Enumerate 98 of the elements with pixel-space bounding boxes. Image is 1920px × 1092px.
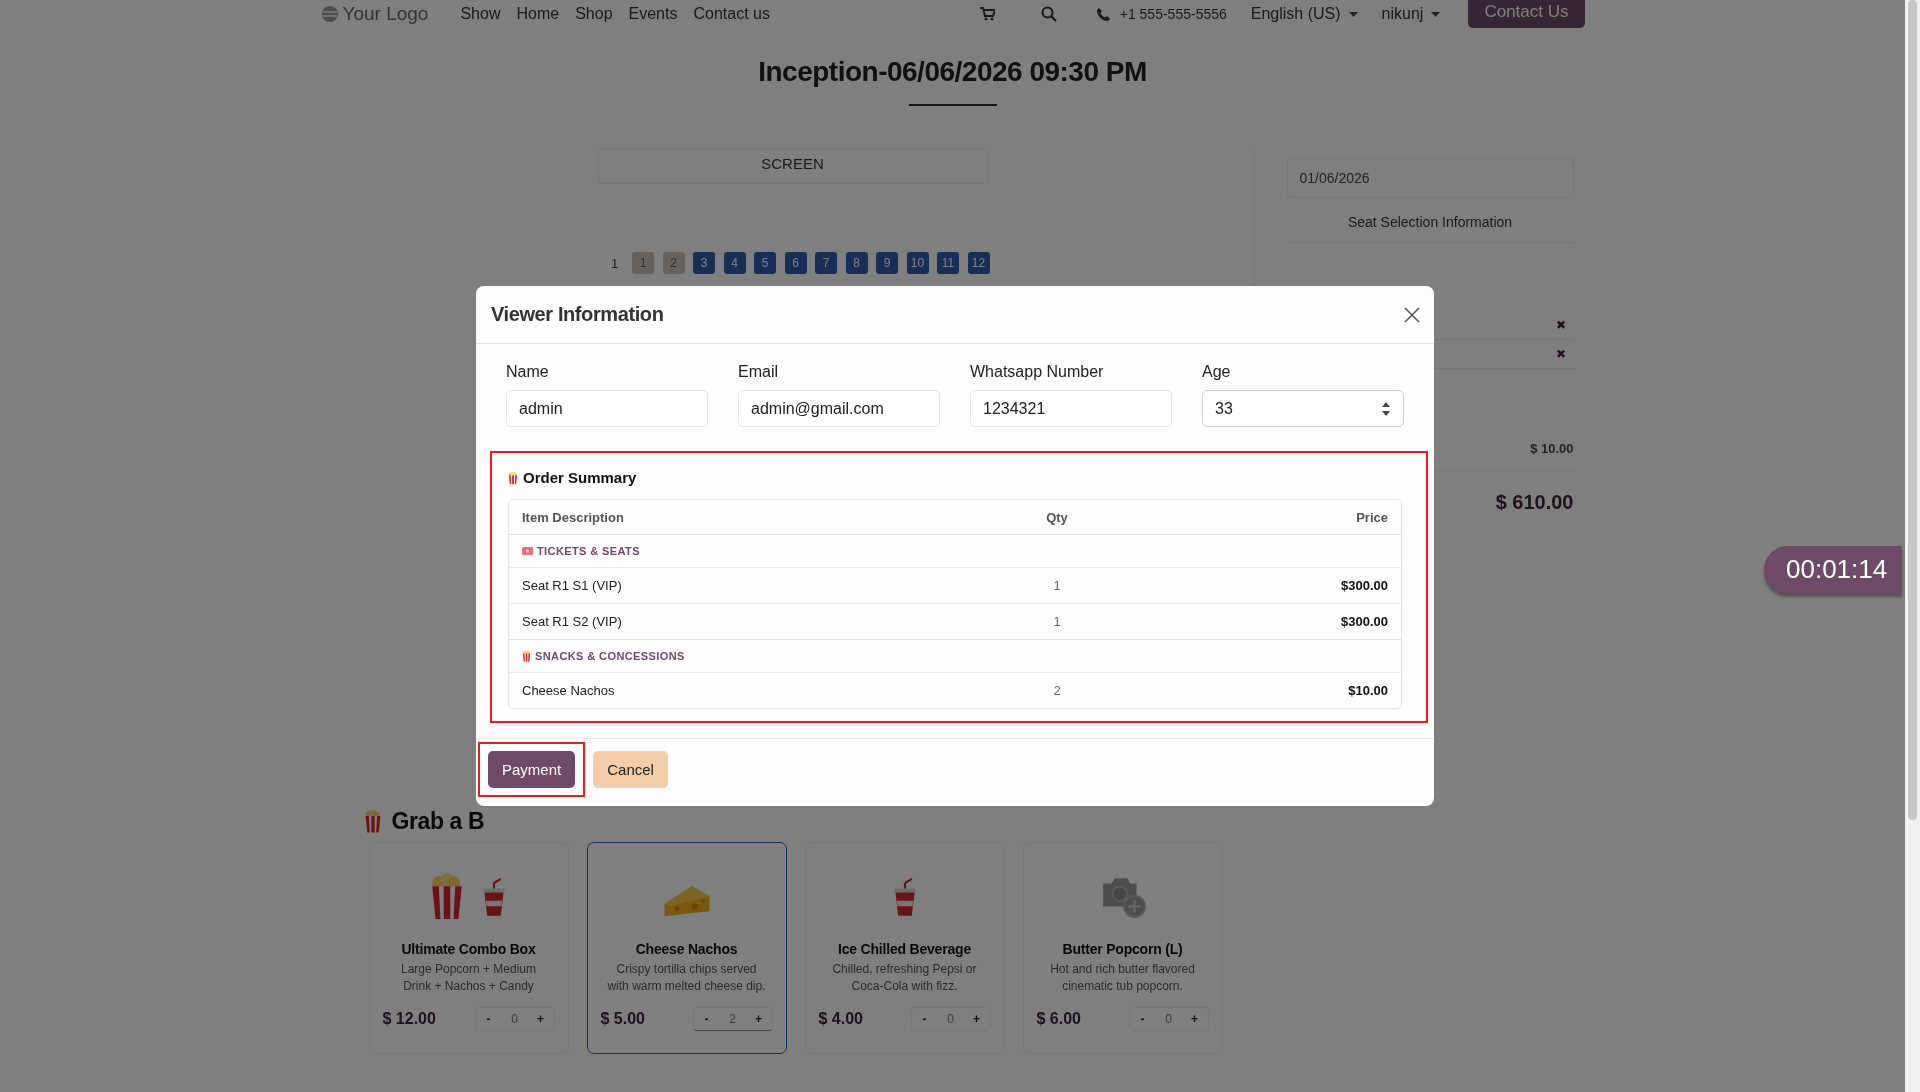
field-label: Email xyxy=(738,363,779,381)
item-cell-text: Seat R1 S2 (VIP) xyxy=(522,614,623,629)
decrease-button[interactable]: - xyxy=(911,1012,938,1026)
snack-description: Large Popcorn + Medium Drink + Nachos + Candy xyxy=(399,961,538,995)
age-field[interactable]: 33 xyxy=(1202,390,1404,427)
qty-cell-text: 2 xyxy=(1052,683,1062,698)
quantity-value: 2 xyxy=(728,1012,737,1026)
order-summary-title: Order Summary xyxy=(523,469,637,486)
snack-price: $ 12.00 xyxy=(382,1010,436,1028)
popcorn-icon xyxy=(363,809,382,833)
cart-icon[interactable] xyxy=(979,7,995,21)
grand-total: $ 610.00 xyxy=(1495,491,1574,514)
group-heading: SNACKS & CONCESSIONS xyxy=(535,650,685,662)
increase-button[interactable]: + xyxy=(527,1012,554,1026)
qty-cell-text: 1 xyxy=(1052,614,1062,629)
price-cell-text: $300.00 xyxy=(1340,614,1388,629)
price-cell-text: $300.00 xyxy=(1340,578,1388,593)
seat[interactable]: 4 xyxy=(723,252,746,274)
text-field[interactable]: 1234321 xyxy=(970,390,1172,427)
quantity-value: 0 xyxy=(510,1012,519,1026)
nav-link[interactable]: Shop xyxy=(575,5,613,23)
price-cell-text: $10.00 xyxy=(1347,683,1388,698)
increase-button[interactable]: + xyxy=(1181,1012,1208,1026)
date-field[interactable]: 01/06/2026 xyxy=(1286,158,1574,198)
user-dropdown[interactable]: nikunj xyxy=(1381,5,1441,23)
popcorn-icon xyxy=(508,470,518,485)
logo-text: Your Logo xyxy=(342,3,429,25)
group-heading: TICKETS & SEATS xyxy=(537,545,640,557)
snack-card[interactable]: Butter Popcorn (L) Hot and rich butter flavored cinematic tub popcorn. $ 6.00 - 0 + xyxy=(1022,842,1223,1054)
cancel-button[interactable]: Cancel xyxy=(593,750,668,788)
remove-button[interactable]: ✖ xyxy=(1555,318,1566,332)
snack-card[interactable]: Ice Chilled Beverage Chilled, refreshing Pepsi or Coca-Cola with fizz. $ 4.00 - 0 + xyxy=(804,842,1005,1054)
panel-heading: Seat Selection Information xyxy=(1286,202,1574,243)
page-title: Inception-06/06/2026 09:30 PM xyxy=(758,56,1147,88)
nav-link[interactable]: Home xyxy=(516,5,560,23)
snack-card[interactable]: Cheese Nachos Crispy tortilla chips served with warm melted cheese dip. $ 5.00 - 2 + xyxy=(586,842,787,1054)
increase-button[interactable]: + xyxy=(745,1012,772,1026)
seat[interactable]: 8 xyxy=(845,252,868,274)
section-heading: Grab a B xyxy=(391,807,485,835)
decrease-button[interactable]: - xyxy=(475,1012,502,1026)
decrease-button[interactable]: - xyxy=(1129,1012,1156,1026)
snack-description: Crispy tortilla chips served with warm melted cheese dip. xyxy=(606,961,767,995)
spinner-icon xyxy=(1382,402,1390,416)
caret-icon xyxy=(1431,11,1441,17)
seat[interactable]: 11 xyxy=(937,252,959,274)
payment-button[interactable]: Payment xyxy=(488,750,576,788)
seat[interactable]: 3 xyxy=(693,252,715,274)
scrollbar[interactable] xyxy=(1905,0,1920,1092)
countdown-timer: 00:01:14 xyxy=(1764,546,1902,593)
snack-price: $ 4.00 xyxy=(818,1010,863,1028)
snack-name: Ice Chilled Beverage xyxy=(838,941,971,957)
qty-cell-text: 1 xyxy=(1052,578,1062,593)
seat[interactable]: 12 xyxy=(967,252,990,274)
snack-name: Ultimate Combo Box xyxy=(401,941,536,957)
text-field[interactable]: admin xyxy=(506,390,708,427)
decrease-button[interactable]: - xyxy=(693,1012,720,1026)
close-icon[interactable] xyxy=(1404,306,1420,323)
snack-description: Chilled, refreshing Pepsi or Coca-Cola with fizz. xyxy=(831,961,978,995)
column-header: Qty xyxy=(1045,509,1069,525)
column-header: Item Description xyxy=(522,509,625,525)
snack-price: $ 5.00 xyxy=(600,1010,645,1028)
item-cell-text: Cheese Nachos xyxy=(522,683,616,698)
ticket-icon xyxy=(522,547,533,555)
caret-icon xyxy=(1348,11,1358,17)
nav-link[interactable]: Events xyxy=(628,5,678,23)
field-label: Whatsapp Number xyxy=(970,363,1105,381)
snack-card[interactable]: Ultimate Combo Box Large Popcorn + Medium Drink + Nachos + Candy $ 12.00 - 0 + xyxy=(368,842,569,1054)
quantity-value: 0 xyxy=(946,1012,955,1026)
increase-button[interactable]: + xyxy=(963,1012,990,1026)
snack-description: Hot and rich butter flavored cinematic tub popcorn. xyxy=(1049,961,1196,995)
contact-us-button[interactable]: Contact Us xyxy=(1468,0,1585,28)
seat[interactable]: 10 xyxy=(906,252,929,274)
popcorn-icon xyxy=(522,650,531,662)
snack-name: Butter Popcorn (L) xyxy=(1062,941,1183,957)
nav-link[interactable]: Contact us xyxy=(693,5,770,23)
column-header: Price xyxy=(1355,509,1388,525)
quantity-value: 0 xyxy=(1164,1012,1173,1026)
logo-icon xyxy=(320,5,339,23)
modal-title: Viewer Information xyxy=(491,303,664,326)
screen-label: SCREEN xyxy=(597,148,988,184)
search-icon[interactable] xyxy=(1040,6,1057,22)
text-field[interactable]: admin@gmail.com xyxy=(738,390,940,427)
seat[interactable]: 9 xyxy=(876,252,898,274)
snack-name: Cheese Nachos xyxy=(635,941,738,957)
seat[interactable]: 7 xyxy=(815,252,837,274)
field-label: Age xyxy=(1202,363,1232,381)
remove-button[interactable]: ✖ xyxy=(1555,347,1566,361)
snack-price: $ 6.00 xyxy=(1036,1010,1081,1028)
seat[interactable]: 5 xyxy=(754,252,776,274)
seat[interactable]: 6 xyxy=(784,252,807,274)
phone-number: +1 555-555-5556 xyxy=(1119,6,1227,22)
snack-total: $ 10.00 xyxy=(1530,441,1574,456)
row-label: 1 xyxy=(609,255,620,271)
phone-icon xyxy=(1096,7,1110,21)
item-cell-text: Seat R1 S1 (VIP) xyxy=(522,578,623,593)
field-label: Name xyxy=(506,363,550,381)
nav-link[interactable]: Show xyxy=(460,5,501,23)
language-dropdown[interactable]: English (US) xyxy=(1250,5,1358,23)
